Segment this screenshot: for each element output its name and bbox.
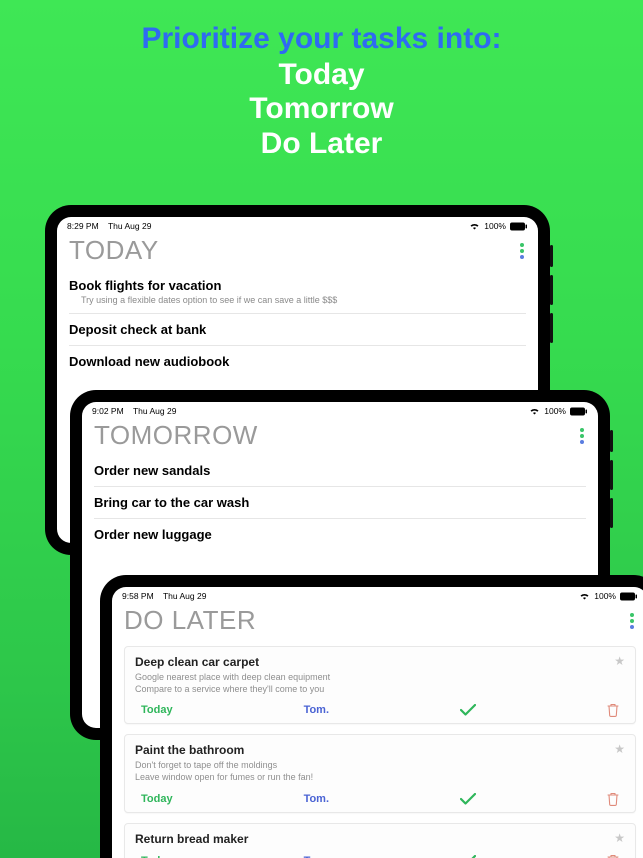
header-row: TOMORROW bbox=[82, 416, 598, 455]
status-right: 100% bbox=[579, 591, 638, 601]
task-card[interactable]: Paint the bathroom ★ Don't forget to tap… bbox=[124, 734, 636, 812]
task-actions: Today Tom. bbox=[135, 703, 625, 717]
more-menu-button[interactable] bbox=[578, 426, 586, 446]
task-notes: Don't forget to tape off the moldings Le… bbox=[135, 760, 625, 783]
task-title: Order new sandals bbox=[94, 463, 586, 478]
complete-button[interactable] bbox=[460, 793, 476, 805]
delete-button[interactable] bbox=[607, 792, 619, 806]
task-card[interactable]: Return bread maker ★ Today Tom. bbox=[124, 823, 636, 858]
hero-line-2: Today bbox=[0, 58, 643, 93]
task-actions: Today Tom. bbox=[135, 854, 625, 858]
status-battery-pct: 100% bbox=[484, 221, 506, 231]
task-title: Paint the bathroom bbox=[135, 743, 244, 757]
list-item[interactable]: Order new sandals bbox=[94, 455, 586, 487]
device-volume-up bbox=[610, 460, 613, 490]
header-row: DO LATER bbox=[112, 601, 643, 640]
task-title: Bring car to the car wash bbox=[94, 495, 586, 510]
task-notes: Google nearest place with deep clean equ… bbox=[135, 672, 625, 695]
device-power-button bbox=[610, 430, 613, 452]
task-subtitle: Try using a flexible dates option to see… bbox=[69, 295, 526, 305]
more-menu-button[interactable] bbox=[518, 241, 526, 261]
hero-heading: Prioritize your tasks into: Today Tomorr… bbox=[0, 0, 643, 161]
device-volume-down bbox=[550, 313, 553, 343]
status-left: 9:58 PM Thu Aug 29 bbox=[122, 591, 206, 601]
tomorrow-list: Order new sandals Bring car to the car w… bbox=[82, 455, 598, 550]
wifi-icon bbox=[579, 592, 590, 600]
section-title-today: TODAY bbox=[69, 235, 159, 266]
list-item[interactable]: Deposit check at bank bbox=[69, 314, 526, 346]
complete-button[interactable] bbox=[460, 704, 476, 716]
status-battery-pct: 100% bbox=[544, 406, 566, 416]
hero-line-1: Prioritize your tasks into: bbox=[0, 20, 643, 58]
status-bar: 9:02 PM Thu Aug 29 100% bbox=[82, 402, 598, 416]
today-list: Book flights for vacation Try using a fl… bbox=[57, 270, 538, 377]
move-tomorrow-button[interactable]: Tom. bbox=[304, 793, 329, 805]
list-item[interactable]: Download new audiobook bbox=[69, 346, 526, 377]
status-right: 100% bbox=[529, 406, 588, 416]
move-today-button[interactable]: Today bbox=[141, 793, 173, 805]
status-bar: 8:29 PM Thu Aug 29 100% bbox=[57, 217, 538, 231]
delete-button[interactable] bbox=[607, 854, 619, 858]
status-time: 9:02 PM bbox=[92, 406, 124, 416]
battery-icon bbox=[620, 592, 638, 601]
status-date: Thu Aug 29 bbox=[133, 406, 176, 416]
device-volume-down bbox=[610, 498, 613, 528]
status-battery-pct: 100% bbox=[594, 591, 616, 601]
star-icon[interactable]: ★ bbox=[614, 655, 625, 667]
wifi-icon bbox=[469, 222, 480, 230]
do-later-list: Deep clean car carpet ★ Google nearest p… bbox=[112, 640, 643, 858]
battery-icon bbox=[510, 222, 528, 231]
device-do-later: 9:58 PM Thu Aug 29 100% DO LATER bbox=[100, 575, 643, 858]
task-title: Download new audiobook bbox=[69, 354, 526, 369]
task-title: Order new luggage bbox=[94, 527, 586, 542]
task-title: Return bread maker bbox=[135, 832, 248, 846]
section-title-do-later: DO LATER bbox=[124, 605, 256, 636]
hero-line-4: Do Later bbox=[0, 127, 643, 162]
delete-button[interactable] bbox=[607, 703, 619, 717]
task-card[interactable]: Deep clean car carpet ★ Google nearest p… bbox=[124, 646, 636, 724]
screen-do-later: 9:58 PM Thu Aug 29 100% DO LATER bbox=[112, 587, 643, 858]
more-menu-button[interactable] bbox=[628, 611, 636, 631]
status-time: 9:58 PM bbox=[122, 591, 154, 601]
star-icon[interactable]: ★ bbox=[614, 832, 625, 844]
status-date: Thu Aug 29 bbox=[163, 591, 206, 601]
list-item[interactable]: Book flights for vacation Try using a fl… bbox=[69, 270, 526, 314]
section-title-tomorrow: TOMORROW bbox=[94, 420, 258, 451]
star-icon[interactable]: ★ bbox=[614, 743, 625, 755]
task-actions: Today Tom. bbox=[135, 792, 625, 806]
list-item[interactable]: Order new luggage bbox=[94, 519, 586, 550]
task-title: Deposit check at bank bbox=[69, 322, 526, 337]
status-left: 9:02 PM Thu Aug 29 bbox=[92, 406, 176, 416]
wifi-icon bbox=[529, 407, 540, 415]
status-date: Thu Aug 29 bbox=[108, 221, 151, 231]
device-volume-up bbox=[550, 275, 553, 305]
status-bar: 9:58 PM Thu Aug 29 100% bbox=[112, 587, 643, 601]
list-item[interactable]: Bring car to the car wash bbox=[94, 487, 586, 519]
device-power-button bbox=[550, 245, 553, 267]
battery-icon bbox=[570, 407, 588, 416]
task-title: Deep clean car carpet bbox=[135, 655, 259, 669]
header-row: TODAY bbox=[57, 231, 538, 270]
task-title: Book flights for vacation bbox=[69, 278, 526, 293]
move-tomorrow-button[interactable]: Tom. bbox=[304, 704, 329, 716]
device-stage: 8:29 PM Thu Aug 29 100% TODAY bbox=[0, 205, 643, 858]
status-left: 8:29 PM Thu Aug 29 bbox=[67, 221, 151, 231]
status-time: 8:29 PM bbox=[67, 221, 99, 231]
status-right: 100% bbox=[469, 221, 528, 231]
hero-line-3: Tomorrow bbox=[0, 92, 643, 127]
move-today-button[interactable]: Today bbox=[141, 704, 173, 716]
